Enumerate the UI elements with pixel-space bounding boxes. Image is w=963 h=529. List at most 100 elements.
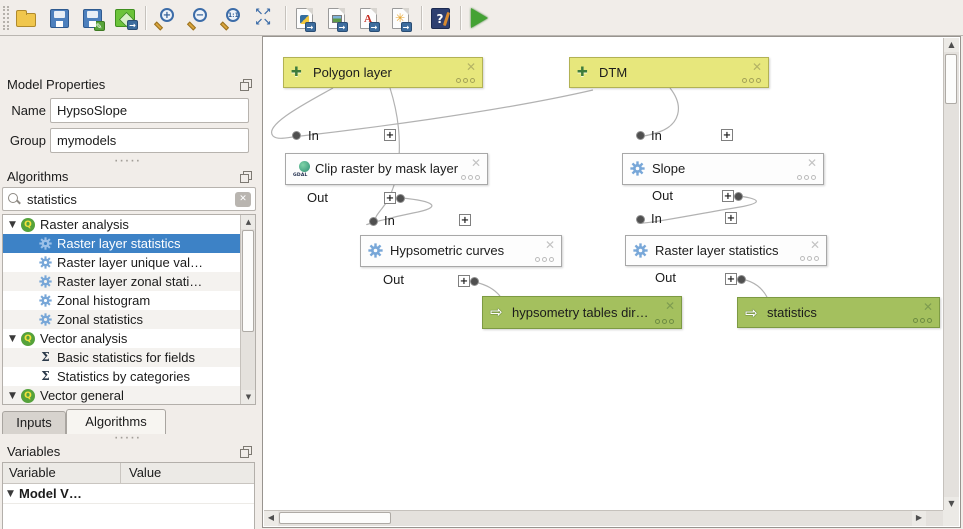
comment-dots-icon[interactable] bbox=[535, 257, 554, 262]
canvas-horizontal-scrollbar[interactable]: ◀ ▶ bbox=[264, 510, 943, 526]
expand-sockets-button[interactable]: + bbox=[384, 129, 396, 141]
tree-item-raster-layer-unique-values[interactable]: Raster layer unique val… bbox=[3, 253, 255, 272]
tree-group-raster-analysis[interactable]: ▼ Q Raster analysis bbox=[3, 215, 255, 234]
node-input-polygon-layer[interactable]: ✚ Polygon layer ✕ bbox=[283, 57, 483, 88]
expand-caret-icon[interactable]: ▼ bbox=[7, 488, 19, 500]
scroll-up-icon[interactable]: ▲ bbox=[944, 38, 959, 52]
delete-node-icon[interactable]: ✕ bbox=[471, 156, 481, 170]
toolbar-drag-handle[interactable] bbox=[3, 6, 9, 30]
float-panel-icon[interactable] bbox=[240, 171, 252, 183]
socket-dot[interactable] bbox=[396, 194, 405, 203]
export-pdf-button[interactable]: A→ bbox=[355, 5, 381, 31]
delete-node-icon[interactable]: ✕ bbox=[807, 156, 817, 170]
expand-caret-icon[interactable]: ▼ bbox=[9, 390, 21, 402]
tree-item-zonal-statistics[interactable]: Zonal statistics bbox=[3, 310, 255, 329]
scroll-up-icon[interactable]: ▲ bbox=[241, 215, 256, 229]
scrollbar-thumb[interactable] bbox=[945, 54, 957, 104]
socket-dot[interactable] bbox=[737, 275, 746, 284]
float-panel-icon[interactable] bbox=[240, 446, 252, 458]
model-group-input[interactable] bbox=[50, 128, 249, 153]
tree-group-vector-general[interactable]: ▼ Q Vector general bbox=[3, 386, 255, 405]
delete-node-icon[interactable]: ✕ bbox=[810, 238, 820, 252]
column-variable[interactable]: Variable bbox=[3, 463, 121, 483]
tree-item-raster-layer-zonal-statistics[interactable]: Raster layer zonal stati… bbox=[3, 272, 255, 291]
save-model-as-button[interactable]: ✎ bbox=[79, 5, 105, 31]
save-model-in-project-button[interactable]: → bbox=[112, 5, 138, 31]
delete-node-icon[interactable]: ✕ bbox=[752, 60, 762, 74]
scrollbar-thumb[interactable] bbox=[242, 230, 254, 332]
node-clip-raster-by-mask-layer[interactable]: GDAL Clip raster by mask layer ✕ bbox=[285, 153, 488, 185]
export-svg-button[interactable]: ✳→ bbox=[387, 5, 413, 31]
model-canvas[interactable]: ✚ Polygon layer ✕ ✚ DTM ✕ In + GDAL Clip… bbox=[262, 36, 961, 528]
zoom-actual-size-button[interactable]: 1:1 bbox=[217, 5, 243, 31]
gear-icon bbox=[39, 256, 52, 269]
node-hypsometric-curves[interactable]: Hypsometric curves ✕ bbox=[360, 235, 562, 267]
tree-item-statistics-by-categories[interactable]: Σ Statistics by categories bbox=[3, 367, 255, 386]
expand-sockets-button[interactable]: + bbox=[722, 190, 734, 202]
comment-dots-icon[interactable] bbox=[461, 175, 480, 180]
node-raster-layer-statistics[interactable]: Raster layer statistics ✕ bbox=[625, 235, 827, 266]
algorithm-search-box[interactable]: statistics ✕ bbox=[2, 187, 256, 211]
tree-item-basic-statistics-for-fields[interactable]: Σ Basic statistics for fields bbox=[3, 348, 255, 367]
expand-caret-icon[interactable]: ▼ bbox=[9, 333, 21, 345]
comment-dots-icon[interactable] bbox=[742, 78, 761, 83]
delete-node-icon[interactable]: ✕ bbox=[665, 299, 675, 313]
node-output-hypsometry-tables[interactable]: ⇨ hypsometry tables dir… ✕ bbox=[482, 296, 682, 329]
tab-inputs[interactable]: Inputs bbox=[2, 411, 66, 434]
scrollbar-thumb[interactable] bbox=[279, 512, 391, 524]
tree-group-vector-analysis[interactable]: ▼ Q Vector analysis bbox=[3, 329, 255, 348]
run-model-button[interactable] bbox=[466, 5, 492, 31]
tab-algorithms[interactable]: Algorithms bbox=[66, 409, 166, 434]
node-input-dtm[interactable]: ✚ DTM ✕ bbox=[569, 57, 769, 88]
tree-scrollbar[interactable]: ▲ ▼ bbox=[240, 215, 255, 404]
open-model-button[interactable] bbox=[13, 5, 39, 31]
help-button[interactable]: ? bbox=[427, 5, 453, 31]
scroll-down-icon[interactable]: ▼ bbox=[944, 497, 959, 511]
socket-dot[interactable] bbox=[369, 217, 378, 226]
variables-row-model[interactable]: ▼ Model V… bbox=[3, 484, 254, 504]
clear-search-icon[interactable]: ✕ bbox=[235, 192, 251, 207]
comment-dots-icon[interactable] bbox=[456, 78, 475, 83]
expand-caret-icon[interactable]: ▼ bbox=[9, 219, 21, 231]
node-output-statistics[interactable]: ⇨ statistics ✕ bbox=[737, 297, 940, 328]
qgis-provider-icon: Q bbox=[21, 332, 35, 346]
scroll-right-icon[interactable]: ▶ bbox=[912, 511, 926, 526]
socket-dot[interactable] bbox=[734, 192, 743, 201]
tree-item-zonal-histogram[interactable]: Zonal histogram bbox=[3, 291, 255, 310]
comment-dots-icon[interactable] bbox=[913, 318, 932, 323]
socket-dot[interactable] bbox=[636, 215, 645, 224]
export-image-button[interactable]: → bbox=[323, 5, 349, 31]
zoom-in-button[interactable]: + bbox=[151, 5, 177, 31]
export-python-button[interactable]: → bbox=[291, 5, 317, 31]
delete-node-icon[interactable]: ✕ bbox=[923, 300, 933, 314]
socket-out-label: Out bbox=[655, 270, 676, 285]
expand-sockets-button[interactable]: + bbox=[721, 129, 733, 141]
float-panel-icon[interactable] bbox=[240, 79, 252, 91]
expand-sockets-button[interactable]: + bbox=[459, 214, 471, 226]
expand-sockets-button[interactable]: + bbox=[384, 192, 396, 204]
comment-dots-icon[interactable] bbox=[800, 256, 819, 261]
socket-dot[interactable] bbox=[470, 277, 479, 286]
scroll-down-icon[interactable]: ▼ bbox=[241, 390, 256, 404]
tree-item-raster-layer-statistics[interactable]: Raster layer statistics bbox=[3, 234, 255, 253]
comment-dots-icon[interactable] bbox=[797, 175, 816, 180]
canvas-vertical-scrollbar[interactable]: ▲ ▼ bbox=[943, 38, 959, 511]
socket-dot[interactable] bbox=[292, 131, 301, 140]
delete-node-icon[interactable]: ✕ bbox=[466, 60, 476, 74]
node-slope[interactable]: Slope ✕ bbox=[622, 153, 824, 185]
socket-dot[interactable] bbox=[636, 131, 645, 140]
splitter-handle[interactable]: ····· bbox=[110, 436, 146, 442]
expand-sockets-button[interactable]: + bbox=[458, 275, 470, 287]
search-input-value[interactable]: statistics bbox=[27, 192, 77, 207]
delete-node-icon[interactable]: ✕ bbox=[545, 238, 555, 252]
column-value[interactable]: Value bbox=[121, 463, 161, 483]
zoom-full-button[interactable]: ↖↗↙↘ bbox=[250, 5, 276, 31]
model-name-input[interactable] bbox=[50, 98, 249, 123]
save-model-button[interactable] bbox=[46, 5, 72, 31]
zoom-out-button[interactable]: − bbox=[184, 5, 210, 31]
expand-sockets-button[interactable]: + bbox=[725, 273, 737, 285]
scroll-left-icon[interactable]: ◀ bbox=[264, 511, 278, 526]
expand-sockets-button[interactable]: + bbox=[725, 212, 737, 224]
comment-dots-icon[interactable] bbox=[655, 319, 674, 324]
splitter-handle[interactable]: ····· bbox=[110, 159, 146, 165]
